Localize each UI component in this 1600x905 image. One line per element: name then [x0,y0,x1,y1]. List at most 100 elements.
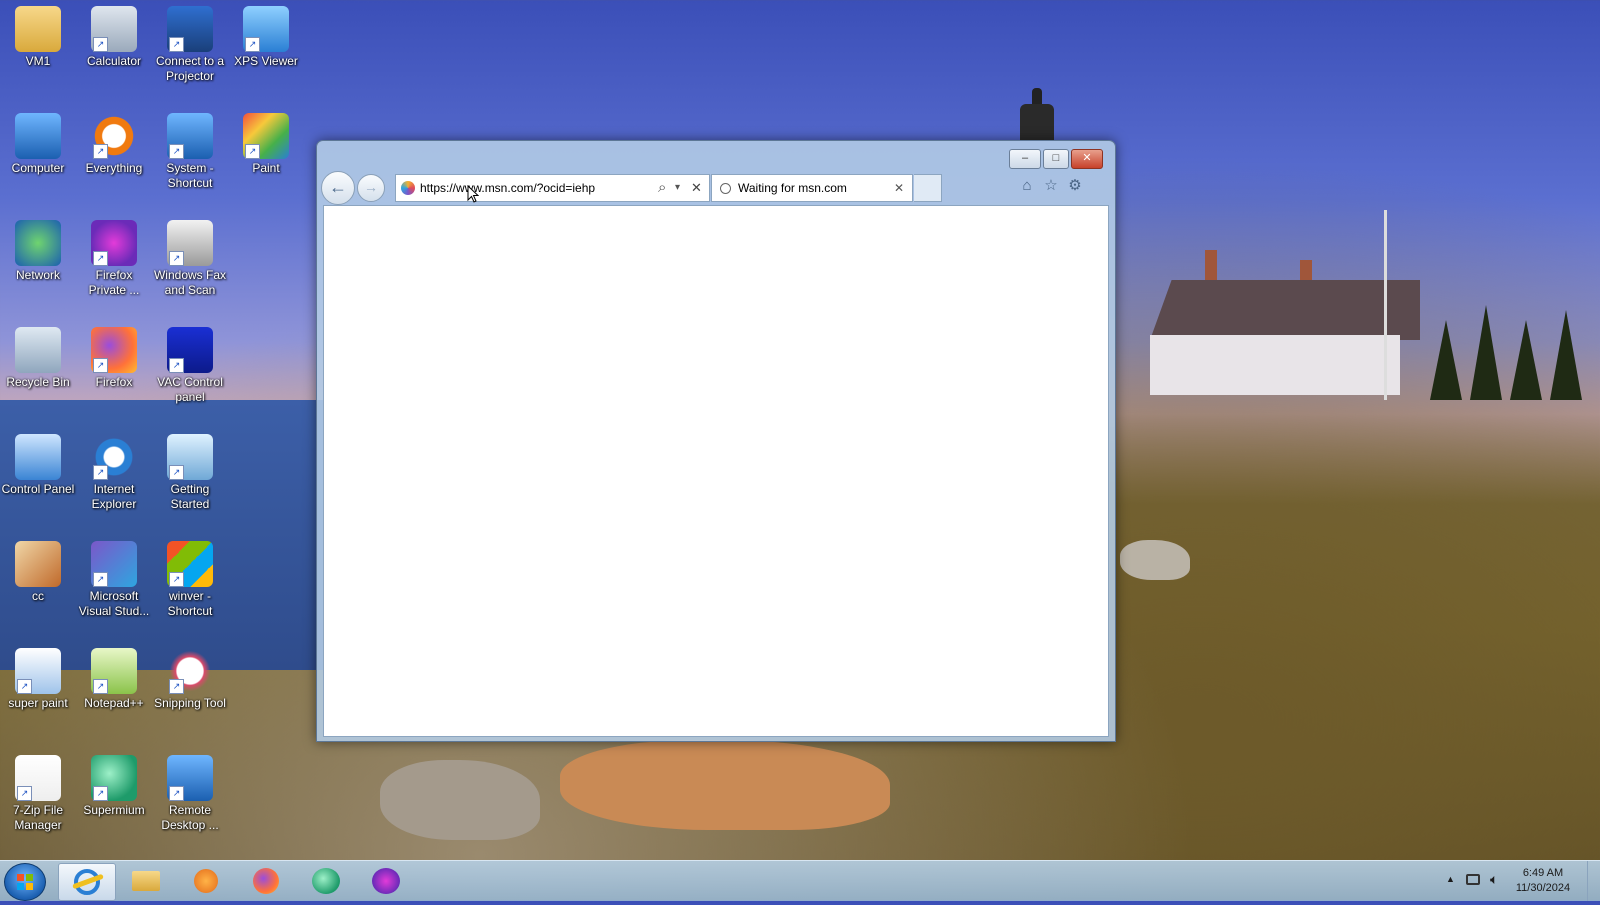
taskbar-internet-explorer[interactable] [58,863,116,901]
shortcut-arrow-icon: ↗ [93,37,108,52]
shortcut-arrow-icon: ↗ [245,37,260,52]
desktop-icon-label: Everything [85,161,143,175]
control-panel-icon [15,434,61,480]
wallpaper-rock [1120,540,1190,580]
favorites-star-icon[interactable]: ☆ [1041,176,1061,196]
tab-msn[interactable]: Waiting for msn.com ✕ [711,174,913,202]
xps-viewer-icon: ↗ [243,6,289,52]
start-button[interactable] [4,863,46,901]
taskbar: ▲ 🔈︎ 6:49 AM 11/30/2024 [0,860,1600,901]
internet-explorer-icon: ↗ [91,434,137,480]
shortcut-arrow-icon: ↗ [245,144,260,159]
supermium-icon [312,868,340,894]
desktop-icon[interactable]: ↗ VAC Control panel [152,321,228,405]
visual-studio-icon: ↗ [91,541,137,587]
desktop-icon[interactable]: ↗ Notepad++ [76,642,152,711]
shortcut-arrow-icon: ↗ [169,465,184,480]
taskbar-firefox-private[interactable] [358,863,414,899]
volume-tray-icon[interactable]: 🔈︎ [1490,871,1498,888]
network-icon [15,220,61,266]
desktop-icon-label: winver - Shortcut [167,589,213,618]
wallpaper-lighthouse [1020,88,1054,140]
taskbar-file-explorer[interactable] [118,863,174,899]
desktop-icon-label: Connect to a Projector [155,54,225,83]
back-button[interactable]: ← [321,171,355,205]
close-button[interactable]: ✕ [1071,149,1103,169]
desktop-icon[interactable]: ↗ Firefox Private ... [76,214,152,298]
show-hidden-icons-button[interactable]: ▲ [1446,874,1455,884]
shortcut-arrow-icon: ↗ [169,144,184,159]
desktop-icon-label: VAC Control panel [157,375,223,404]
show-desktop-button[interactable] [1587,861,1600,901]
shortcut-arrow-icon: ↗ [93,465,108,480]
desktop-icon[interactable]: ↗ Remote Desktop ... [152,749,228,833]
desktop-icon[interactable]: ↗ Microsoft Visual Stud... [76,535,152,619]
desktop-icon[interactable]: ↗ Windows Fax and Scan [152,214,228,298]
clock[interactable]: 6:49 AM 11/30/2024 [1508,866,1578,896]
forward-button[interactable]: → [357,174,385,202]
shortcut-arrow-icon: ↗ [93,144,108,159]
tools-gear-icon[interactable]: ⚙ [1065,176,1085,196]
system-icon: ↗ [167,113,213,159]
maximize-button[interactable]: □ [1043,149,1069,169]
desktop-icon-label: Recycle Bin [6,375,70,389]
back-arrow-icon: ← [329,177,347,197]
wallpaper-rock [560,740,890,830]
shortcut-arrow-icon: ↗ [169,572,184,587]
firefox-icon [253,868,279,894]
desktop-icon-label: Calculator [86,54,142,68]
internet-explorer-window[interactable]: – □ ✕ ← → https://www.msn.com/?ocid=iehp… [316,140,1116,742]
7zip-icon: ↗ [15,755,61,801]
address-url[interactable]: https://www.msn.com/?ocid=iehp [420,175,595,201]
stop-loading-icon[interactable]: ✕ [691,175,702,201]
desktop-icon[interactable]: ↗ Paint [228,107,304,176]
taskbar-firefox[interactable] [238,863,294,899]
wallpaper-flagpole [1384,210,1387,400]
desktop-icon[interactable]: VM1 [0,0,76,69]
super-paint-icon: ↗ [15,648,61,694]
desktop-icon[interactable]: ↗ Connect to a Projector [152,0,228,84]
desktop-icon-label: Windows Fax and Scan [153,268,227,297]
shortcut-arrow-icon: ↗ [93,786,108,801]
projector-icon: ↗ [167,6,213,52]
desktop-icon[interactable]: ↗ Snipping Tool [152,642,228,711]
home-icon[interactable]: ⌂ [1017,176,1037,196]
tab-close-icon[interactable]: ✕ [894,175,904,201]
desktop-icon[interactable]: ↗ winver - Shortcut [152,535,228,619]
desktop-icon[interactable]: ↗ Getting Started [152,428,228,512]
desktop-icon[interactable]: ↗ XPS Viewer [228,0,304,69]
remote-desktop-icon: ↗ [167,755,213,801]
desktop-icon[interactable]: ↗ Internet Explorer [76,428,152,512]
desktop-icon-label: Network [15,268,60,282]
desktop-icon[interactable]: ↗ 7-Zip File Manager [0,749,76,833]
desktop-icon[interactable]: cc [0,535,76,604]
shortcut-arrow-icon: ↗ [17,786,32,801]
search-icon[interactable]: ⌕ [658,175,666,201]
firefox-icon: ↗ [91,327,137,373]
address-bar[interactable]: https://www.msn.com/?ocid=iehp ⌕ ▾ ✕ [395,174,710,202]
desktop-icon[interactable]: ↗ System - Shortcut [152,107,228,191]
internet-explorer-icon [72,869,104,895]
wallpaper-rock [380,760,540,840]
new-tab-button[interactable] [914,174,942,202]
taskbar-media-player[interactable] [178,863,234,899]
shortcut-arrow-icon: ↗ [93,679,108,694]
firefox-private-icon [372,868,400,894]
desktop-icon[interactable]: ↗ super paint [0,642,76,711]
desktop-icon[interactable]: Control Panel [0,428,76,497]
desktop-icon[interactable]: Recycle Bin [0,321,76,390]
taskbar-supermium[interactable] [298,863,354,899]
desktop-icon-label: Getting Started [170,482,210,511]
minimize-button[interactable]: – [1009,149,1041,169]
desktop-icon[interactable]: ↗ Calculator [76,0,152,69]
desktop-icon[interactable]: ↗ Supermium [76,749,152,818]
desktop-icon[interactable]: Network [0,214,76,283]
network-tray-icon[interactable] [1466,874,1480,885]
address-dropdown-icon[interactable]: ▾ [675,175,680,201]
desktop-icon[interactable]: ↗ Firefox [76,321,152,390]
desktop-icon-label: Supermium [83,803,145,817]
desktop-icon[interactable]: Computer [0,107,76,176]
page-content-area[interactable] [323,205,1109,737]
mouse-cursor-icon [467,185,479,203]
desktop-icon[interactable]: ↗ Everything [76,107,152,176]
